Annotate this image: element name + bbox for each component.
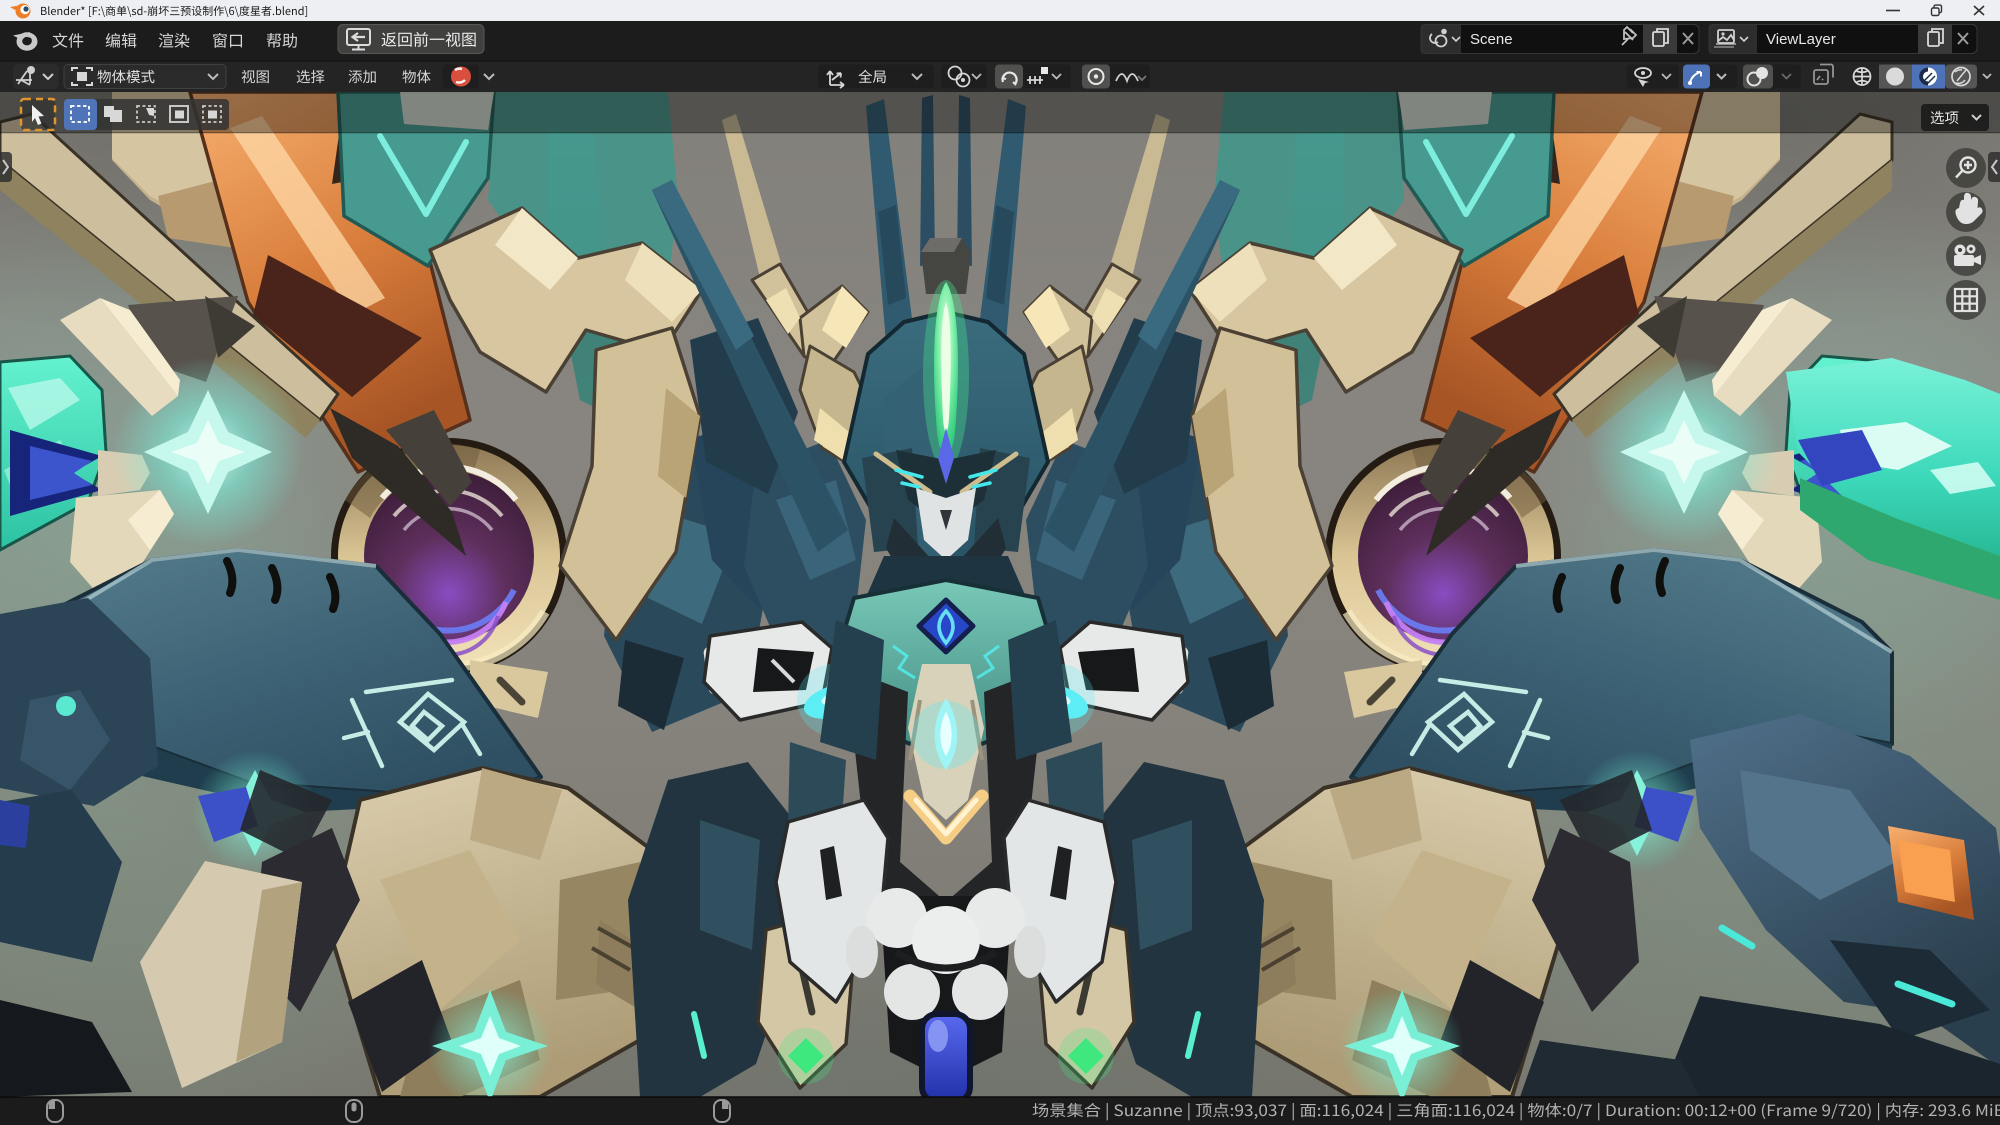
svg-text:Scene: Scene bbox=[1470, 31, 1513, 48]
svg-text:ViewLayer: ViewLayer bbox=[1766, 31, 1836, 48]
